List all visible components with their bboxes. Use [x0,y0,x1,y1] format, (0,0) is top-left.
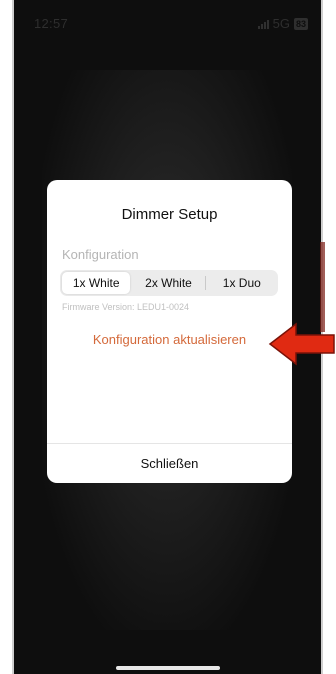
background-accent-strip [320,242,325,332]
red-arrow-icon [268,322,335,366]
network-label: 5G [272,16,290,31]
screen-edge-left [12,0,14,674]
segment-1x-duo[interactable]: 1x Duo [208,272,276,294]
home-indicator[interactable] [116,666,220,670]
segment-divider [204,276,206,290]
configuration-segmented-control: 1x White 2x White 1x Duo [60,270,278,296]
status-icons: 5G 83 [257,16,308,31]
configuration-label: Konfiguration [62,247,139,262]
battery-icon: 83 [293,17,308,30]
segment-2x-white[interactable]: 2x White [134,272,202,294]
update-configuration-button[interactable]: Konfiguration aktualisieren [47,332,292,347]
close-button[interactable]: Schließen [47,444,292,483]
status-bar: 12:57 5G 83 [12,16,322,36]
segment-1x-white[interactable]: 1x White [62,272,131,294]
firmware-version: Firmware Version: LEDU1-0024 [62,302,190,312]
signal-icon [257,19,269,29]
dimmer-setup-dialog: Dimmer Setup Konfiguration 1x White 2x W… [47,180,292,483]
dialog-title: Dimmer Setup [121,206,218,223]
status-time: 12:57 [34,16,69,31]
